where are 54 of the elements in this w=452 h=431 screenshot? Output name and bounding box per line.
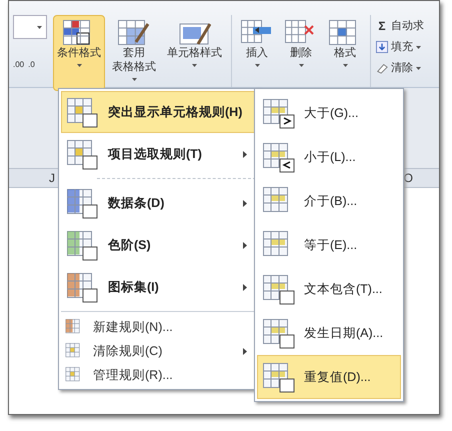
ribbon-small-button[interactable]: 填充 <box>376 38 424 56</box>
decimal-button[interactable]: .00 <box>13 61 24 69</box>
decimal-button[interactable]: .0 <box>28 61 35 69</box>
menu-item[interactable]: 图标集(I) <box>61 266 256 308</box>
table-rule-icon <box>262 361 296 393</box>
column-header: J <box>49 170 55 187</box>
menu-item[interactable]: 数据条(D) <box>61 182 256 224</box>
table-rule-icon <box>262 317 296 349</box>
menu-item[interactable]: 小于(L)... <box>257 135 401 179</box>
submenu-arrow-icon <box>243 242 247 248</box>
menu-item[interactable]: 项目选取规则(T) <box>61 133 256 175</box>
caret-icon <box>76 64 82 67</box>
sigma-symbol: Σ <box>377 18 387 35</box>
column-header: O <box>404 170 413 187</box>
submenu-arrow-icon <box>243 284 247 290</box>
caret-icon <box>192 64 197 67</box>
menu-item[interactable]: 大于(G)... <box>257 91 401 135</box>
menu-item[interactable]: 新建规则(N)... <box>61 315 256 339</box>
dropdown-field[interactable] <box>13 15 47 39</box>
menu-item[interactable]: 等于(E)... <box>257 223 401 267</box>
table-rule-icon <box>262 141 296 173</box>
submenu-arrow-icon <box>243 150 247 158</box>
caret-icon <box>416 66 421 70</box>
menu-item[interactable]: 突出显示单元格规则(H) <box>61 91 256 133</box>
eraser-icon <box>376 62 388 74</box>
table-rule-icon <box>66 96 98 128</box>
menu-item[interactable]: 管理规则(R)... <box>61 363 256 387</box>
submenu-arrow-icon <box>243 200 247 206</box>
menu-item[interactable]: 介于(B)... <box>257 179 401 223</box>
ribbon-small-button[interactable]: 清除 <box>376 59 424 77</box>
cell-brush-icon <box>178 20 210 46</box>
table-rule-icon <box>262 97 296 129</box>
caret-icon <box>254 64 260 67</box>
menu-item[interactable]: 色阶(S) <box>61 224 256 266</box>
fill-down-icon <box>376 41 388 53</box>
ribbon-button[interactable]: 条件格式 <box>53 15 105 91</box>
ribbon-small-button[interactable]: Σ 自动求 <box>376 17 424 35</box>
table-rule-icon <box>66 187 98 219</box>
menu-item[interactable]: 重复值(D)... <box>257 355 401 399</box>
insert-cells-icon <box>241 20 273 46</box>
caret-icon <box>132 78 136 81</box>
caret-icon <box>298 64 304 67</box>
menu-item[interactable]: 清除规则(C) <box>61 339 256 363</box>
table-rule-icon <box>66 229 98 261</box>
table-rule-icon <box>262 273 296 305</box>
menu-item[interactable]: 发生日期(A)... <box>257 311 401 355</box>
caret-icon <box>37 26 42 28</box>
menu-item[interactable]: 文本包含(T)... <box>257 267 401 311</box>
table-rule-icon <box>66 271 98 303</box>
table-brush-icon <box>118 20 150 46</box>
table-rule-icon <box>66 138 98 170</box>
caret-icon <box>342 64 348 67</box>
caret-icon <box>416 46 421 48</box>
submenu-arrow-icon <box>243 348 247 354</box>
